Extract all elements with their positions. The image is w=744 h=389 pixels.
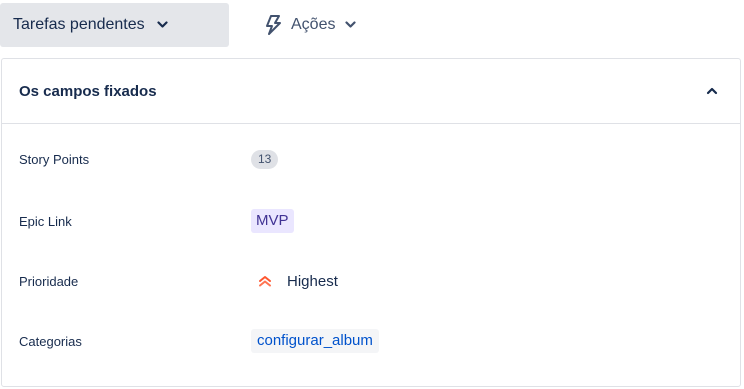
chevron-down-icon (345, 21, 357, 28)
epic-link-lozenge[interactable]: MVP (251, 209, 294, 233)
field-row-epic-link: Epic Link MVP (19, 206, 719, 236)
pinned-fields-panel: Os campos fixados Story Points 13 Epic L… (1, 58, 741, 387)
chevron-up-icon[interactable] (706, 86, 718, 95)
field-row-story-points: Story Points 13 (19, 144, 719, 174)
category-tag[interactable]: configurar_album (251, 329, 379, 353)
panel-title: Os campos fixados (19, 82, 157, 100)
actions-dropdown-button[interactable]: Ações (252, 3, 366, 47)
field-label-epic-link: Epic Link (19, 213, 72, 229)
lightning-bolt-icon (266, 15, 281, 35)
status-label: Tarefas pendentes (13, 16, 145, 33)
priority-label: Highest (287, 272, 338, 290)
field-row-categories: Categorias configurar_album (19, 326, 719, 356)
issue-toolbar: Tarefas pendentes Ações (0, 0, 744, 50)
actions-label: Ações (291, 16, 336, 33)
chevron-down-icon (157, 21, 168, 28)
priority-highest-icon (259, 276, 271, 287)
field-row-priority: Prioridade Highest (19, 266, 719, 296)
field-label-categories: Categorias (19, 333, 82, 349)
priority-value[interactable]: Highest (251, 273, 338, 290)
status-dropdown-button[interactable]: Tarefas pendentes (0, 3, 229, 47)
field-label-priority: Prioridade (19, 273, 79, 289)
field-label-story-points: Story Points (19, 151, 90, 167)
story-points-badge[interactable]: 13 (251, 149, 279, 169)
pinned-fields-header[interactable]: Os campos fixados (2, 59, 740, 124)
